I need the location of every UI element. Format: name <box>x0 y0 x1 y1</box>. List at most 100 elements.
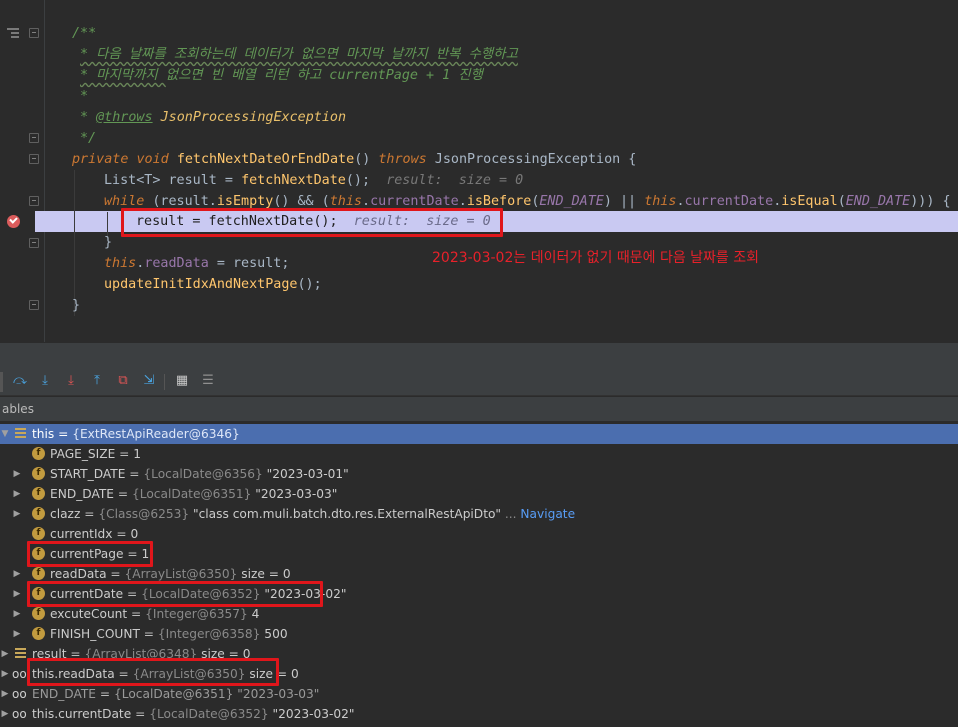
expand-arrow-icon[interactable]: ▶ <box>12 504 22 524</box>
variable-row[interactable]: ▼ this = {ExtRestApiReader@6346} <box>0 424 958 444</box>
ellipsis: ... <box>501 507 521 521</box>
code-line[interactable]: } <box>104 232 112 253</box>
expand-arrow-icon[interactable]: ▶ <box>12 604 22 624</box>
highlight-box <box>27 581 323 607</box>
field-icon: f <box>32 527 45 540</box>
code-line[interactable]: /** <box>72 23 96 44</box>
keyword: this <box>104 256 137 271</box>
code-line[interactable]: * 다음 날짜를 조회하는데 데이터가 없으면 마지막 날까지 반복 수행하고 <box>80 44 518 65</box>
variable-row[interactable]: ▶ f END_DATE = {LocalDate@6351} "2023-03… <box>0 484 958 504</box>
code-text: . <box>676 194 685 209</box>
step-over-icon[interactable]: ⤼ <box>12 373 28 389</box>
field-icon: f <box>32 607 45 620</box>
equals-sign: = <box>139 627 158 641</box>
variable-row[interactable]: ▶ f FINISH_COUNT = {Integer@6358} 500 <box>0 624 958 644</box>
code-text: JsonProcessingException { <box>426 152 637 167</box>
variable-row[interactable]: ▶ f START_DATE = {LocalDate@6356} "2023-… <box>0 464 958 484</box>
keyword: this <box>644 194 677 209</box>
variable-name: readData <box>50 567 107 581</box>
expand-arrow-icon[interactable]: ▶ <box>12 484 22 504</box>
variable-icon <box>15 428 26 439</box>
variables-tree[interactable]: ▼ this = {ExtRestApiReader@6346} f PAGE_… <box>0 424 958 727</box>
force-step-into-icon[interactable]: ⤓ <box>63 373 79 389</box>
variable-name: excuteCount <box>50 607 128 621</box>
fold-toggle-icon[interactable] <box>29 133 39 143</box>
code-text: () && ( <box>273 194 330 209</box>
equals-sign: = <box>127 607 146 621</box>
expand-arrow-icon[interactable]: ▶ <box>12 584 22 604</box>
field-ref: readData <box>144 256 209 271</box>
variable-value: size = 0 <box>237 567 291 581</box>
variable-name: PAGE_SIZE <box>50 447 116 461</box>
code-line[interactable]: updateInitIdxAndNextPage(); <box>104 274 322 295</box>
method-signature[interactable]: private void fetchNextDateOrEndDate() th… <box>72 149 636 170</box>
step-into-icon[interactable]: ⤓ <box>37 373 53 389</box>
variable-ref: {LocalDate@6356} <box>143 467 263 481</box>
code-text: List<T> result = <box>104 173 242 188</box>
variable-row[interactable]: ▶ f clazz = {Class@6253} "class com.muli… <box>0 504 958 524</box>
method-call: isEqual <box>781 194 838 209</box>
structure-icon <box>7 28 19 38</box>
drop-frame-icon[interactable]: ⧉ <box>115 373 131 389</box>
expand-arrow-icon[interactable]: ▶ <box>0 644 10 664</box>
panel-divider[interactable] <box>0 342 958 368</box>
field-icon: f <box>32 447 45 460</box>
evaluate-icon[interactable]: ▦ <box>174 373 190 389</box>
expand-arrow-icon[interactable]: ▶ <box>0 664 10 684</box>
constant-ref: END_DATE <box>539 194 604 209</box>
method-call: isBefore <box>466 194 532 209</box>
run-to-cursor-icon[interactable]: ⇲ <box>141 373 157 389</box>
variable-name: currentIdx <box>50 527 113 541</box>
variable-ref: {LocalDate@6351} <box>131 487 252 501</box>
variable-name: START_DATE <box>50 467 126 481</box>
variable-ref: {ArrayList@6350} <box>124 567 238 581</box>
code-line[interactable]: List<T> result = fetchNextDate(); result… <box>104 170 523 191</box>
fold-toggle-icon[interactable] <box>29 28 39 38</box>
code-line[interactable]: */ <box>80 128 96 149</box>
doc-comment: * <box>80 110 97 125</box>
variable-row[interactable]: f PAGE_SIZE = 1 <box>0 444 958 464</box>
doc-comment: 없으면 빈 배열 리턴 하고 currentPage + 1 진행 <box>165 68 483 83</box>
expand-arrow-icon[interactable]: ▶ <box>0 684 10 704</box>
variables-panel-title: ables <box>0 397 958 421</box>
code-line[interactable]: * 마지막까지 없으면 빈 배열 리턴 하고 currentPage + 1 진… <box>80 65 483 86</box>
navigate-link[interactable]: Navigate <box>520 507 575 521</box>
breakpoint-icon[interactable] <box>7 215 20 228</box>
doc-throws-type: JsonProcessingException <box>152 110 347 125</box>
fold-toggle-icon[interactable] <box>29 196 39 206</box>
expand-arrow-icon[interactable]: ▶ <box>12 624 22 644</box>
highlight-box <box>121 208 503 237</box>
code-line[interactable]: this.readData = result; <box>104 253 289 274</box>
method-name: fetchNextDateOrEndDate <box>176 152 355 167</box>
constant-ref: END_DATE <box>845 194 911 209</box>
code-line[interactable]: } <box>72 295 80 316</box>
trace-icon[interactable]: ☰ <box>200 373 216 389</box>
variable-ref: {Integer@6357} <box>145 607 248 621</box>
variable-value: 1 <box>133 447 142 461</box>
equals-sign: = <box>125 467 144 481</box>
equals-sign: = <box>80 507 99 521</box>
watch-row[interactable]: ▶ oo END_DATE = {LocalDate@6351} "2023-0… <box>0 684 958 704</box>
variable-ref: {LocalDate@6351} <box>113 687 234 701</box>
expand-arrow-icon[interactable]: ▶ <box>0 704 10 724</box>
variable-row[interactable]: ▶ f excuteCount = {Integer@6357} 4 <box>0 604 958 624</box>
keyword: void <box>136 152 169 167</box>
fold-toggle-icon[interactable] <box>29 238 39 248</box>
watch-row[interactable]: ▶ oo this.currentDate = {LocalDate@6352}… <box>0 704 958 724</box>
fold-toggle-icon[interactable] <box>29 154 39 164</box>
code-editor[interactable]: /** * 다음 날짜를 조회하는데 데이터가 없으면 마지막 날까지 반복 수… <box>0 0 958 342</box>
variable-value: 500 <box>260 627 288 641</box>
expand-arrow-icon[interactable]: ▶ <box>12 564 22 584</box>
method-call: isEmpty <box>216 194 274 209</box>
code-line[interactable]: * <box>80 86 88 107</box>
field-icon: f <box>32 567 45 580</box>
code-line[interactable]: * @throws JsonProcessingException <box>80 107 346 128</box>
variable-ref: {Integer@6358} <box>157 627 261 641</box>
doc-comment: * 다음 날짜를 조회하는데 데이터가 없으면 마지막 날까지 반복 수행하고 <box>80 47 518 62</box>
collapse-arrow-icon[interactable]: ▼ <box>0 424 10 444</box>
highlight-box <box>27 541 153 567</box>
step-out-icon[interactable]: ⤒ <box>89 373 105 389</box>
code-text: } <box>104 235 113 250</box>
expand-arrow-icon[interactable]: ▶ <box>12 464 22 484</box>
fold-toggle-icon[interactable] <box>29 300 39 310</box>
